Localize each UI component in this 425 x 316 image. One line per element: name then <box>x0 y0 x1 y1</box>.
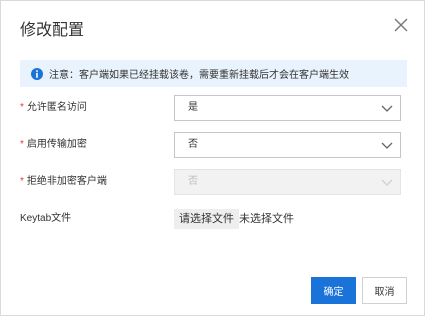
reject-unencrypted-value: 否 <box>188 176 198 187</box>
anonymous-access-label-text: 允许匿名访问 <box>26 102 87 113</box>
notice-text: 注意：客户端如果已经挂载该卷，需要重新挂载后才会在客户端生效 <box>49 70 349 81</box>
required-mark: * <box>20 176 24 187</box>
confirm-button[interactable]: 确定 <box>311 277 356 304</box>
info-icon <box>31 67 43 80</box>
keytab-row: Keytab文件 请选择文件 未选择文件 <box>1 209 425 229</box>
chevron-down-icon <box>381 142 393 149</box>
chevron-down-icon <box>381 105 393 112</box>
choose-file-button[interactable]: 请选择文件 <box>174 209 239 229</box>
anonymous-access-select[interactable]: 是 <box>174 95 401 121</box>
modify-config-dialog: 修改配置 注意：客户端如果已经挂载该卷，需要重新挂载后才会在客户端生效 * 允许匿… <box>0 0 425 316</box>
reject-unencrypted-label: * 拒绝非加密客户端 <box>20 169 107 195</box>
transfer-encryption-label-text: 启用传输加密 <box>26 139 87 150</box>
required-mark: * <box>20 102 24 113</box>
reject-unencrypted-row: * 拒绝非加密客户端 否 <box>1 169 425 195</box>
reject-unencrypted-label-text: 拒绝非加密客户端 <box>26 176 107 187</box>
anonymous-access-label: * 允许匿名访问 <box>20 95 87 121</box>
anonymous-access-row: * 允许匿名访问 是 <box>1 95 425 121</box>
dialog-title: 修改配置 <box>20 22 85 39</box>
keytab-label: Keytab文件 <box>20 213 72 224</box>
transfer-encryption-select[interactable]: 否 <box>174 132 401 158</box>
reject-unencrypted-select: 否 <box>174 169 401 195</box>
dialog-header: 修改配置 <box>1 1 425 51</box>
transfer-encryption-value: 否 <box>188 139 198 150</box>
transfer-encryption-label: * 启用传输加密 <box>20 132 87 158</box>
close-button[interactable] <box>390 14 412 36</box>
cancel-button[interactable]: 取消 <box>362 277 407 304</box>
chevron-down-icon <box>381 179 393 186</box>
required-mark: * <box>20 139 24 150</box>
transfer-encryption-row: * 启用传输加密 否 <box>1 132 425 158</box>
close-icon <box>394 18 408 32</box>
anonymous-access-value: 是 <box>188 102 198 113</box>
file-status-text: 未选择文件 <box>239 213 294 225</box>
notice-banner: 注意：客户端如果已经挂载该卷，需要重新挂载后才会在客户端生效 <box>20 60 407 87</box>
